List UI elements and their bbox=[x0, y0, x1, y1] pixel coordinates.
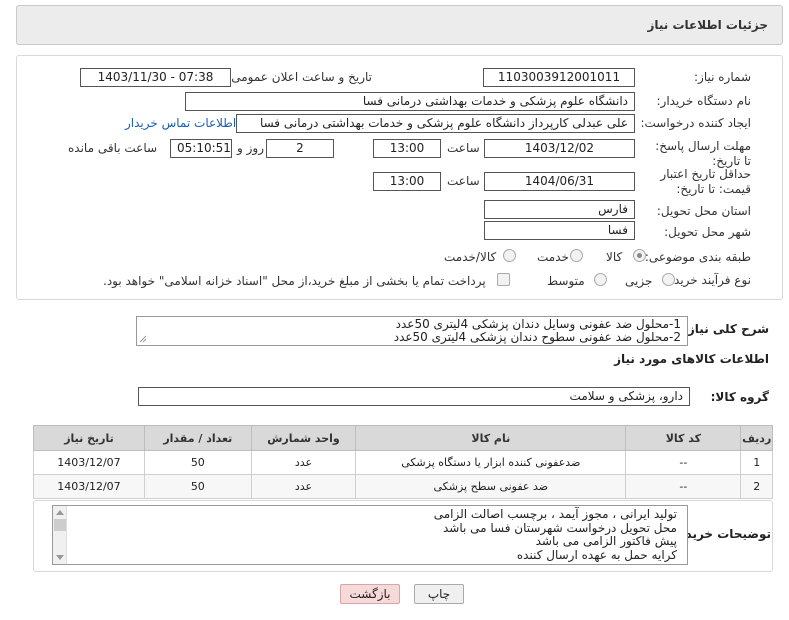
category-option-goods: کالا bbox=[606, 250, 623, 264]
cell-name: ضدعفونی کننده ابزار یا دستگاه پزشکی bbox=[355, 450, 627, 475]
reply-deadline-label: مهلت ارسال پاسخ: تا تاریخ: bbox=[655, 139, 751, 168]
category-option-goods-service: کالا/خدمت bbox=[444, 250, 497, 264]
cell-date: 1403/12/07 bbox=[33, 450, 145, 475]
col-row: ردیف bbox=[740, 425, 773, 451]
buyer-notes-scrollbar[interactable] bbox=[53, 506, 67, 564]
cell-code: -- bbox=[625, 450, 742, 475]
print-button[interactable]: چاپ bbox=[414, 584, 464, 604]
city-field: فسا bbox=[484, 221, 635, 240]
purchase-radio-medium[interactable] bbox=[594, 273, 607, 286]
col-code: کد کالا bbox=[625, 425, 742, 451]
scroll-up-icon[interactable] bbox=[56, 510, 64, 515]
page-header: جزئیات اطلاعات نیاز bbox=[16, 5, 783, 45]
reply-deadline-time: 13:00 bbox=[373, 139, 441, 158]
table-row: 2 -- ضد عفونی سطح پزشکی عدد 50 1403/12/0… bbox=[33, 474, 773, 499]
reply-time-label: ساعت bbox=[447, 141, 480, 155]
purchase-option-medium: متوسط bbox=[547, 274, 585, 288]
remaining-time-field: 05:10:51 bbox=[170, 139, 232, 158]
scroll-thumb[interactable] bbox=[54, 519, 66, 531]
cell-row: 1 bbox=[740, 450, 773, 475]
cell-unit: عدد bbox=[250, 450, 357, 475]
col-date: تاریخ نیاز bbox=[33, 425, 145, 451]
col-name: نام کالا bbox=[355, 425, 627, 451]
category-radio-goods[interactable] bbox=[633, 249, 646, 262]
category-option-service: خدمت bbox=[537, 250, 569, 264]
purchase-radio-minor[interactable] bbox=[662, 273, 675, 286]
buyer-notes-textarea[interactable]: تولید ایرانی ، مجوز آیمد ، برچسب اصالت ا… bbox=[52, 505, 688, 565]
goods-group-label: گروه کالا: bbox=[710, 390, 769, 404]
validity-time-label: ساعت bbox=[447, 174, 480, 188]
remaining-time-label: ساعت باقی مانده bbox=[68, 141, 158, 155]
city-label: شهر محل تحویل: bbox=[664, 225, 751, 239]
category-label: طبقه بندی موضوعی: bbox=[644, 250, 751, 264]
page-title: جزئیات اطلاعات نیاز bbox=[647, 18, 768, 32]
announce-date-field: 1403/11/30 - 07:38 bbox=[80, 68, 231, 87]
category-radio-goods-service[interactable] bbox=[503, 249, 516, 262]
goods-group-field: دارو، پزشکی و سلامت bbox=[138, 387, 690, 406]
col-qty: تعداد / مقدار bbox=[143, 425, 252, 451]
cell-qty: 50 bbox=[143, 474, 252, 499]
province-field: فارس bbox=[484, 200, 635, 219]
purchase-option-minor: جزیی bbox=[625, 274, 653, 288]
description-textarea[interactable]: 1-محلول ضد عفونی وسایل دندان پزشکی 4لیتر… bbox=[136, 316, 688, 346]
price-validity-date: 1404/06/31 bbox=[484, 172, 635, 191]
remaining-days-field: 2 bbox=[266, 139, 334, 158]
cell-unit: عدد bbox=[250, 474, 357, 499]
treasury-payment-checkbox[interactable] bbox=[497, 273, 510, 286]
treasury-payment-note: پرداخت تمام یا بخشی از مبلغ خرید،از محل … bbox=[103, 274, 486, 288]
col-unit: واحد شمارش bbox=[250, 425, 357, 451]
goods-section-title: اطلاعات کالاهای مورد نیاز bbox=[614, 352, 769, 366]
need-number-field: 1103003912001011 bbox=[483, 68, 635, 87]
buyer-note-line-4: کرایه حمل به عهده ارسال کننده bbox=[516, 547, 677, 562]
buyer-note-line-1: تولید ایرانی ، مجوز آیمد ، برچسب اصالت ا… bbox=[433, 507, 677, 521]
description-label: شرح کلی نیاز: bbox=[683, 322, 769, 336]
buyer-note-line-3: پیش فاکتور الزامی می باشد bbox=[535, 534, 677, 548]
buyer-org-label: نام دستگاه خریدار: bbox=[656, 94, 752, 108]
requester-label: ایجاد کننده درخواست: bbox=[640, 116, 751, 130]
category-radio-service[interactable] bbox=[570, 249, 583, 262]
cell-date: 1403/12/07 bbox=[33, 474, 145, 499]
back-button[interactable]: بازگشت bbox=[340, 584, 400, 604]
buyer-org-field: دانشگاه علوم پزشکی و خدمات بهداشتی درمان… bbox=[185, 92, 635, 111]
goods-table-header: ردیف کد کالا نام کالا واحد شمارش تعداد /… bbox=[33, 425, 773, 451]
cell-name: ضد عفونی سطح پزشکی bbox=[355, 474, 627, 499]
purchase-type-label: نوع فرآیند خرید : bbox=[666, 273, 751, 287]
price-validity-time: 13:00 bbox=[373, 172, 441, 191]
requester-field: علی عبدلی کارپرداز دانشگاه علوم پزشکی و … bbox=[236, 114, 635, 133]
description-line-2: 2-محلول ضد عفونی سطوح دندان پزشکی 4لیتری… bbox=[393, 330, 681, 344]
table-row: 1 -- ضدعفونی کننده ابزار یا دستگاه پزشکی… bbox=[33, 450, 773, 475]
goods-table: ردیف کد کالا نام کالا واحد شمارش تعداد /… bbox=[33, 425, 773, 499]
buyer-note-line-2: محل تحویل درخواست شهرستان فسا می باشد bbox=[442, 520, 677, 535]
province-label: استان محل تحویل: bbox=[656, 204, 751, 218]
reply-deadline-date: 1403/12/02 bbox=[484, 139, 635, 158]
resize-grip-icon[interactable] bbox=[139, 335, 147, 343]
cell-code: -- bbox=[625, 474, 742, 499]
scroll-down-icon[interactable] bbox=[56, 555, 64, 560]
price-validity-label: حداقل تاریخ اعتبار قیمت: تا تاریخ: bbox=[660, 167, 751, 196]
announce-date-label: تاریخ و ساعت اعلان عمومی: bbox=[227, 70, 372, 84]
buyer-contact-link[interactable]: اطلاعات تماس خریدار bbox=[125, 116, 236, 130]
cell-qty: 50 bbox=[143, 450, 252, 475]
cell-row: 2 bbox=[740, 474, 773, 499]
need-number-label: شماره نیاز: bbox=[694, 70, 751, 84]
days-label: روز و bbox=[237, 141, 264, 155]
